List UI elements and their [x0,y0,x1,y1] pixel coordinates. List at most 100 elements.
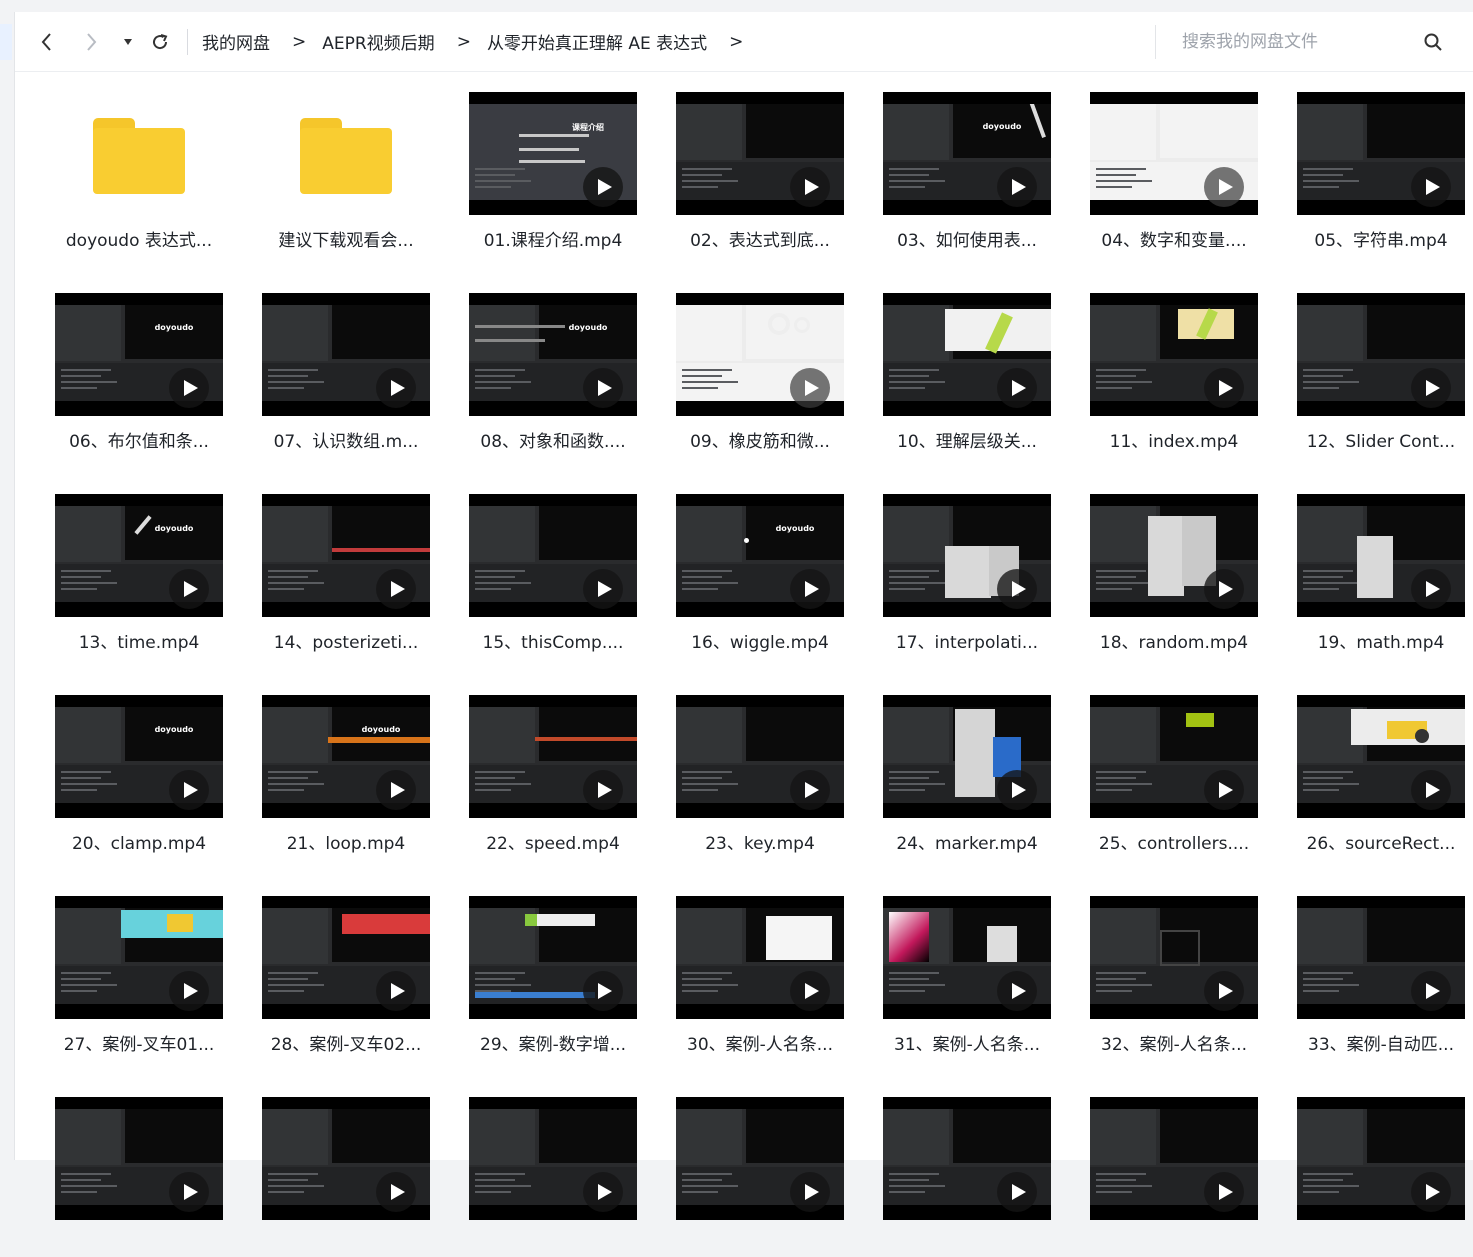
video-file-item[interactable]: 26、sourceRect... [1291,675,1471,855]
breadcrumb-separator: > [292,31,307,52]
play-icon [597,380,612,396]
file-name-label: 33、案例-自动匹... [1308,1035,1454,1055]
video-file-item[interactable]: 33、案例-自动匹... [1291,876,1471,1056]
file-name-label: 23、key.mp4 [705,834,815,854]
video-file-item[interactable]: doyoudo 08、对象和函数.... [463,273,643,453]
file-name-label: 31、案例-人名条... [894,1035,1040,1055]
file-name-label: 13、time.mp4 [78,633,200,653]
back-button[interactable] [25,20,69,64]
folder-icon [300,118,392,194]
breadcrumb-separator[interactable]: > [729,32,743,52]
video-thumbnail [469,896,637,1019]
play-button-icon [1411,1172,1451,1212]
play-button-icon [997,971,1037,1011]
video-file-item[interactable] [1084,1077,1264,1257]
breadcrumb-item-root[interactable]: 我的网盘 [202,29,270,54]
video-file-item[interactable]: 14、posterizeti... [256,474,436,654]
play-button-icon [997,569,1037,609]
video-file-item[interactable]: 24、marker.mp4 [877,675,1057,855]
video-file-item[interactable]: 课程介绍 01.课程介绍.mp4 [463,72,643,252]
video-file-item[interactable]: 25、controllers.... [1084,675,1264,855]
video-file-item[interactable]: 29、案例-数字增... [463,876,643,1056]
video-file-item[interactable]: doyoudo 06、布尔值和条... [49,273,229,453]
file-name-label: 15、thisComp.... [482,633,624,653]
forward-button[interactable] [69,20,113,64]
video-file-item[interactable]: 28、案例-叉车02... [256,876,436,1056]
search-input[interactable] [1156,32,1416,52]
video-file-item[interactable]: doyoudo 16、wiggle.mp4 [670,474,850,654]
video-file-item[interactable]: 30、案例-人名条... [670,876,850,1056]
play-button-icon [1411,368,1451,408]
video-file-item[interactable]: 17、interpolati... [877,474,1057,654]
video-file-item[interactable]: 10、理解层级关... [877,273,1057,453]
video-file-item[interactable] [463,1077,643,1257]
search-button[interactable] [1416,25,1450,59]
play-button-icon [790,569,830,609]
play-icon [597,179,612,195]
video-file-item[interactable]: 12、Slider Cont... [1291,273,1471,453]
video-file-item[interactable] [256,1077,436,1257]
video-file-item[interactable]: doyoudo 21、loop.mp4 [256,675,436,855]
video-thumbnail [1297,1097,1465,1220]
video-thumbnail [262,293,430,416]
file-name-label: 22、speed.mp4 [486,834,620,854]
video-file-item[interactable]: 23、key.mp4 [670,675,850,855]
folder-item[interactable]: 建议下载观看会... [256,72,436,252]
video-file-item[interactable]: 27、案例-叉车01... [49,876,229,1056]
file-name-label: 12、Slider Cont... [1306,432,1456,452]
video-thumbnail [1090,896,1258,1019]
video-file-item[interactable]: 09、橡皮筋和微... [670,273,850,453]
play-icon [390,782,405,798]
file-name-label: 02、表达式到底... [690,231,830,251]
folder-item[interactable]: doyoudo 表达式... [49,72,229,252]
play-button-icon [997,1172,1037,1212]
video-file-item[interactable]: doyoudo 03、如何使用表... [877,72,1057,252]
breadcrumb-item-current[interactable]: 从零开始真正理解 AE 表达式 [487,29,707,54]
video-thumbnail [676,293,844,416]
video-thumbnail: doyoudo [469,293,637,416]
video-thumbnail [883,695,1051,818]
video-file-item[interactable] [670,1077,850,1257]
video-thumbnail [1297,494,1465,617]
thumbnail-title-text: 课程介绍 [572,123,604,132]
play-button-icon [169,569,209,609]
video-thumbnail: doyoudo [55,494,223,617]
folder-icon [93,118,185,194]
refresh-button[interactable] [143,20,177,64]
play-icon [1218,983,1233,999]
video-file-item[interactable]: 05、字符串.mp4 [1291,72,1471,252]
play-button-icon [1204,770,1244,810]
video-file-item[interactable]: 19、math.mp4 [1291,474,1471,654]
video-file-item[interactable]: 04、数字和变量.... [1084,72,1264,252]
video-file-item[interactable]: 31、案例-人名条... [877,876,1057,1056]
video-file-item[interactable]: doyoudo 20、clamp.mp4 [49,675,229,855]
play-icon [1425,179,1440,195]
video-file-item[interactable]: 02、表达式到底... [670,72,850,252]
video-file-item[interactable]: 22、speed.mp4 [463,675,643,855]
file-name-label: 25、controllers.... [1098,834,1250,854]
play-icon [1425,983,1440,999]
history-dropdown-button[interactable] [113,20,143,64]
window-top-strip [0,0,1473,12]
video-file-item[interactable]: 32、案例-人名条... [1084,876,1264,1056]
video-file-item[interactable]: 07、认识数组.m... [256,273,436,453]
play-button-icon [997,368,1037,408]
play-button-icon [790,368,830,408]
video-file-item[interactable]: 15、thisComp.... [463,474,643,654]
folder-thumbnail [262,92,430,215]
video-file-item[interactable] [877,1077,1057,1257]
video-file-item[interactable]: 18、random.mp4 [1084,474,1264,654]
play-icon [1218,581,1233,597]
play-button-icon [790,971,830,1011]
breadcrumb-item-aepr[interactable]: AEPR视频后期 [322,29,434,54]
video-file-item[interactable] [1291,1077,1471,1257]
video-thumbnail [262,494,430,617]
play-button-icon [1411,167,1451,207]
play-button-icon [1204,167,1244,207]
video-file-item[interactable]: doyoudo 13、time.mp4 [49,474,229,654]
video-thumbnail [1090,293,1258,416]
play-icon [1011,1184,1026,1200]
play-button-icon [583,770,623,810]
video-file-item[interactable]: 11、index.mp4 [1084,273,1264,453]
video-file-item[interactable] [49,1077,229,1257]
